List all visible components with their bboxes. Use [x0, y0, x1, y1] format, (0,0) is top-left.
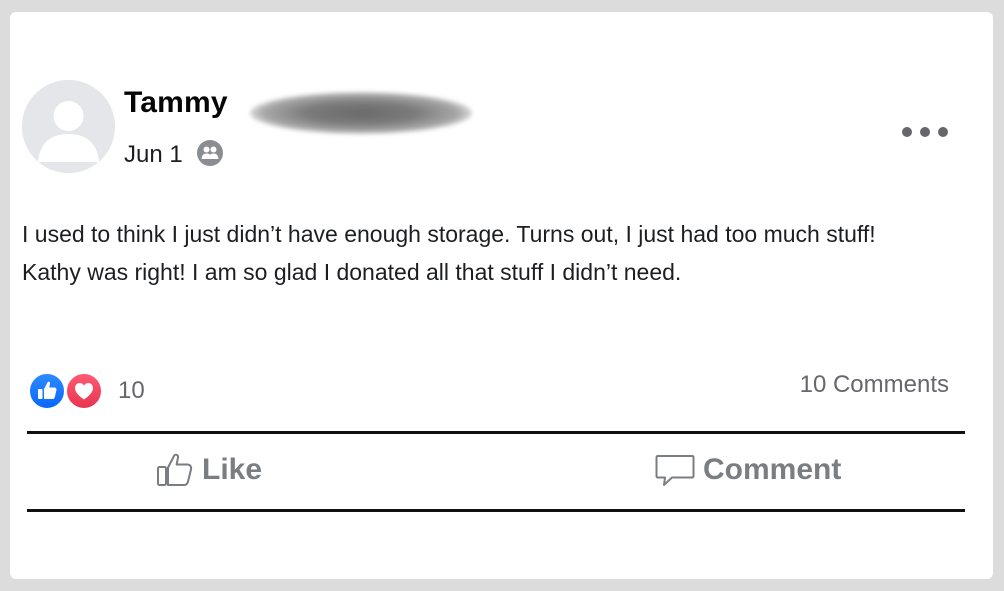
like-button[interactable]: Like [156, 448, 262, 492]
friends-icon[interactable] [197, 140, 223, 166]
more-dot-icon [938, 127, 948, 137]
post-text: I used to think I just didn’t have enoug… [22, 215, 972, 291]
more-options-button[interactable] [900, 120, 950, 144]
author-name[interactable]: Tammy [124, 86, 228, 120]
avatar[interactable] [22, 80, 115, 173]
comment-label: Comment [703, 453, 842, 486]
post-card: Tammy Jun 1 I used to think I just didn’… [10, 12, 993, 579]
comment-count[interactable]: 10 Comments [800, 371, 949, 399]
more-dot-icon [902, 127, 912, 137]
reaction-count[interactable]: 10 [118, 377, 145, 405]
post-text-line: Kathy was right! I am so glad I donated … [22, 259, 682, 285]
comment-button[interactable]: Comment [655, 448, 841, 492]
more-dot-icon [920, 127, 930, 137]
love-reaction-icon [65, 372, 103, 410]
name-redaction-blur [250, 92, 472, 134]
post-date[interactable]: Jun 1 [124, 141, 183, 169]
divider [27, 509, 965, 512]
thumbs-up-icon [156, 452, 194, 488]
default-profile-icon [22, 80, 115, 173]
like-reaction-icon [28, 372, 66, 410]
comment-bubble-icon [655, 452, 695, 488]
post-text-line: I used to think I just didn’t have enoug… [22, 221, 876, 247]
divider [27, 431, 965, 434]
like-label: Like [202, 453, 263, 486]
